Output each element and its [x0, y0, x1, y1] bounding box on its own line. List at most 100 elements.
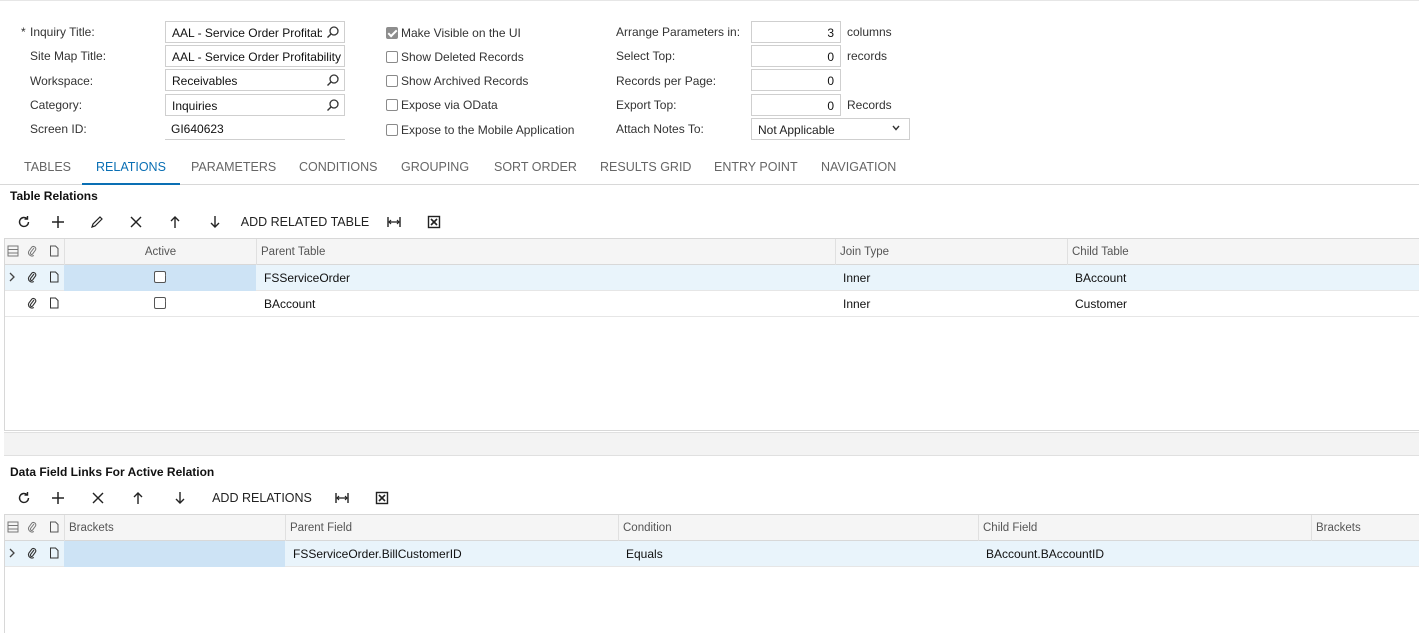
note-icon[interactable]	[48, 547, 60, 559]
column-header-parent-field[interactable]: Parent Field	[285, 515, 618, 541]
brackets-right-cell[interactable]	[1315, 541, 1319, 567]
attachment-icon[interactable]	[26, 271, 38, 283]
column-header-child-field[interactable]: Child Field	[978, 515, 1311, 541]
checkbox-empty-icon	[386, 75, 398, 87]
join-type-cell[interactable]: Inner	[839, 291, 870, 317]
note-icon[interactable]	[48, 271, 60, 283]
delete-row-button[interactable]	[78, 486, 118, 510]
records-per-page-label: Records per Page:	[616, 74, 717, 88]
export-top-field[interactable]: 0	[751, 94, 841, 116]
row-selector-icon[interactable]	[7, 521, 19, 533]
note-icon	[50, 245, 59, 257]
pencil-icon	[91, 216, 103, 228]
tab-sort-order[interactable]: SORT ORDER	[480, 150, 591, 185]
edit-row-button[interactable]	[78, 210, 116, 234]
column-header-brackets-left[interactable]: Brackets	[64, 515, 285, 541]
join-type-cell[interactable]: Inner	[839, 265, 870, 291]
child-table-cell[interactable]: BAccount	[1071, 265, 1126, 291]
parent-field-cell[interactable]: FSServiceOrder.BillCustomerID	[289, 541, 462, 567]
grid-splitter[interactable]	[4, 432, 1419, 456]
inquiry-title-field[interactable]: AAL - Service Order Profitabil	[165, 21, 345, 43]
active-cell[interactable]	[64, 291, 256, 317]
relations-toolbar: ADD RELATED TABLE	[10, 210, 454, 234]
child-field-cell[interactable]: BAccount.BAccountID	[982, 541, 1104, 567]
records-per-page-field[interactable]: 0	[751, 69, 841, 91]
move-up-button[interactable]	[156, 210, 194, 234]
add-relations-button[interactable]: ADD RELATIONS	[202, 486, 322, 510]
export-excel-button[interactable]	[362, 486, 402, 510]
delete-row-button[interactable]	[116, 210, 156, 234]
table-row[interactable]: BAccount Inner Customer	[5, 291, 1419, 317]
add-related-table-button[interactable]: ADD RELATED TABLE	[236, 210, 374, 234]
brackets-left-cell[interactable]	[64, 541, 285, 567]
attachment-icon[interactable]	[26, 547, 38, 559]
arrow-up-icon	[170, 216, 180, 228]
refresh-button[interactable]	[10, 486, 38, 510]
search-icon[interactable]	[326, 98, 340, 112]
tab-navigation[interactable]: NAVIGATION	[807, 150, 910, 185]
workspace-field[interactable]: Receivables	[165, 69, 345, 91]
condition-cell[interactable]: Equals	[622, 541, 663, 567]
tab-results-grid[interactable]: RESULTS GRID	[586, 150, 705, 185]
table-row[interactable]: FSServiceOrder.BillCustomerID Equals BAc…	[5, 541, 1419, 567]
links-grid-header: Brackets Parent Field Condition Child Fi…	[5, 514, 1419, 541]
column-header-child-table[interactable]: Child Table	[1067, 239, 1419, 265]
column-header-brackets-right[interactable]: Brackets	[1311, 515, 1419, 541]
attachment-icon[interactable]	[26, 297, 38, 309]
parent-table-cell[interactable]: FSServiceOrder	[260, 265, 350, 291]
select-top-unit: records	[847, 49, 888, 63]
tab-conditions[interactable]: CONDITIONS	[285, 150, 391, 185]
select-top-label: Select Top:	[616, 49, 676, 63]
search-icon[interactable]	[326, 25, 340, 39]
child-table-cell[interactable]: Customer	[1071, 291, 1127, 317]
expose-odata-label: Expose via OData	[401, 98, 498, 112]
category-field[interactable]: Inquiries	[165, 94, 345, 116]
fit-columns-button[interactable]	[374, 210, 414, 234]
tab-parameters[interactable]: PARAMETERS	[177, 150, 290, 185]
export-excel-button[interactable]	[414, 210, 454, 234]
arrange-parameters-field[interactable]: 3	[751, 21, 841, 43]
move-down-button[interactable]	[194, 210, 236, 234]
export-top-unit: Records	[847, 98, 892, 112]
active-cell[interactable]	[64, 265, 256, 291]
move-up-button[interactable]	[118, 486, 158, 510]
make-visible-checkbox[interactable]: Make Visible on the UI	[386, 26, 521, 40]
row-pointer-icon	[9, 548, 15, 558]
refresh-button[interactable]	[10, 210, 38, 234]
search-icon[interactable]	[326, 73, 340, 87]
inquiry-title-label: Inquiry Title:	[30, 25, 95, 39]
tab-relations[interactable]: RELATIONS	[82, 150, 180, 185]
tab-entry-point[interactable]: ENTRY POINT	[700, 150, 812, 185]
parent-table-cell[interactable]: BAccount	[260, 291, 315, 317]
select-top-field[interactable]: 0	[751, 45, 841, 67]
column-header-join-type[interactable]: Join Type	[835, 239, 1067, 265]
column-header-parent-table[interactable]: Parent Table	[256, 239, 835, 265]
tab-tables[interactable]: TABLES	[10, 150, 85, 185]
expose-mobile-checkbox[interactable]: Expose to the Mobile Application	[386, 123, 574, 137]
checkbox-checked-icon	[386, 27, 398, 39]
fit-width-icon	[335, 493, 349, 503]
table-row[interactable]: FSServiceOrder Inner BAccount	[5, 265, 1419, 291]
row-selector-icon[interactable]	[7, 245, 19, 257]
make-visible-label: Make Visible on the UI	[401, 26, 521, 40]
fit-columns-button[interactable]	[322, 486, 362, 510]
checkbox-empty-icon	[386, 99, 398, 111]
site-map-title-value: AAL - Service Order Profitability	[172, 50, 341, 64]
add-row-button[interactable]	[38, 210, 78, 234]
add-row-button[interactable]	[38, 486, 78, 510]
column-header-active[interactable]: Active	[64, 239, 256, 265]
tab-grouping[interactable]: GROUPING	[387, 150, 483, 185]
site-map-title-field[interactable]: AAL - Service Order Profitability	[165, 45, 345, 67]
show-deleted-checkbox[interactable]: Show Deleted Records	[386, 50, 524, 64]
note-icon[interactable]	[48, 297, 60, 309]
arrange-parameters-label: Arrange Parameters in:	[616, 25, 741, 39]
refresh-icon	[18, 216, 30, 228]
column-header-condition[interactable]: Condition	[618, 515, 978, 541]
attach-notes-select[interactable]: Not Applicable	[751, 118, 910, 140]
checkbox-checked-icon[interactable]	[154, 271, 166, 283]
move-down-button[interactable]	[158, 486, 202, 510]
expose-odata-checkbox[interactable]: Expose via OData	[386, 98, 498, 112]
show-archived-checkbox[interactable]: Show Archived Records	[386, 74, 528, 88]
plus-icon	[52, 492, 64, 504]
checkbox-checked-icon[interactable]	[154, 297, 166, 309]
